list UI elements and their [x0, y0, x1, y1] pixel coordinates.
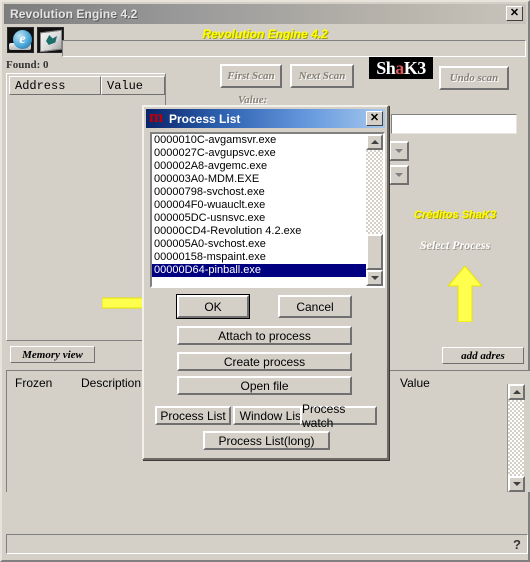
- process-watch-button[interactable]: Process watch: [300, 402, 377, 430]
- process-list-items: 0000010C-avgamsvr.exe 0000027C-avgupsvc.e…: [152, 134, 366, 286]
- cancel-button[interactable]: Cancel: [278, 295, 352, 318]
- description-column-header: Description: [81, 376, 142, 390]
- scan-value-input[interactable]: [391, 114, 517, 134]
- process-scroll-up-icon[interactable]: [366, 134, 383, 150]
- column-header-address[interactable]: Address: [9, 76, 101, 95]
- process-list-long-button[interactable]: Process List(long): [203, 431, 330, 450]
- arrow-up-icon: [448, 266, 482, 322]
- toolbar-icons: e: [7, 27, 64, 53]
- ie-icon-e-glyph: e: [13, 30, 32, 49]
- chevron-down-icon-valuetype[interactable]: [389, 165, 409, 185]
- main-titlebar: Revolution Engine 4.2 ✕: [4, 4, 526, 24]
- paint-document-icon[interactable]: [37, 27, 64, 53]
- add-adres-button[interactable]: add adres: [442, 347, 524, 364]
- frozen-column-header: Frozen: [15, 376, 53, 390]
- app-root: Revolution Engine 4.2 ✕ e Revolution Eng…: [0, 0, 530, 562]
- process-list-item[interactable]: 000005DC-usnsvc.exe: [152, 212, 366, 225]
- process-list-scrollbar[interactable]: [366, 134, 383, 286]
- process-listbox[interactable]: 0000010C-avgamsvr.exe 0000027C-avgupsvc.e…: [150, 132, 385, 288]
- process-list-item[interactable]: 000005A0-svchost.exe: [152, 238, 366, 251]
- process-list-item[interactable]: 000003A0-MDM.EXE: [152, 173, 366, 186]
- results-header-row: Address Value: [9, 76, 165, 95]
- process-list-item[interactable]: 00000CD4-Revolution 4.2.exe: [152, 225, 366, 238]
- column-header-value[interactable]: Value: [101, 76, 165, 95]
- shak3-logo: Sh a K3: [369, 57, 433, 79]
- create-process-button[interactable]: Create process: [177, 352, 352, 371]
- frozen-panel-scrollbar[interactable]: [507, 384, 525, 492]
- select-process-label: Select Process: [419, 238, 491, 252]
- scroll-down-icon[interactable]: [508, 476, 525, 492]
- attach-to-process-button[interactable]: Attach to process: [177, 326, 352, 345]
- process-list-button[interactable]: Process List: [155, 406, 231, 425]
- dialog-title: Process List: [169, 111, 241, 126]
- chevron-down-icon-scantype[interactable]: [389, 141, 409, 161]
- top-input-bar[interactable]: [62, 40, 526, 57]
- process-list-item[interactable]: 00000D64-pinball.exe: [152, 264, 366, 277]
- close-icon[interactable]: ✕: [506, 6, 523, 21]
- shak3-logo-suffix: K3: [403, 58, 427, 78]
- process-list-item[interactable]: 0000010C-avgamsvr.exe: [152, 134, 366, 147]
- help-question-icon[interactable]: ?: [513, 537, 521, 552]
- next-scan-button[interactable]: Next Scan: [290, 64, 354, 88]
- undo-scan-button[interactable]: Undo scan: [439, 66, 509, 90]
- internet-explorer-icon[interactable]: e: [7, 27, 34, 53]
- process-list-item[interactable]: 000004F0-wuauclt.exe: [152, 199, 366, 212]
- process-list-item[interactable]: 0000027C-avgupsvc.exe: [152, 147, 366, 160]
- dialog-close-icon[interactable]: ✕: [366, 111, 383, 126]
- value-column-header: Value: [400, 376, 430, 390]
- found-count-label: Found: 0: [6, 59, 49, 71]
- shak3-logo-prefix: Sh: [376, 58, 396, 78]
- ok-button[interactable]: OK: [176, 294, 250, 319]
- window-title: Revolution Engine 4.2: [10, 7, 138, 21]
- shak3-logo-accent: a: [395, 58, 404, 78]
- process-list-item[interactable]: 000002A8-avgemc.exe: [152, 160, 366, 173]
- memory-view-button[interactable]: Memory view: [10, 346, 95, 363]
- status-bar: ?: [6, 534, 528, 554]
- process-list-app-icon: [149, 108, 165, 126]
- process-scroll-down-icon[interactable]: [366, 270, 383, 286]
- dialog-titlebar: Process List ✕: [146, 108, 385, 128]
- credits-label: Créditos ShaK3: [414, 209, 496, 221]
- process-list-item[interactable]: 00000798-svchost.exe: [152, 186, 366, 199]
- process-scroll-thumb[interactable]: [366, 234, 383, 270]
- scroll-up-icon[interactable]: [508, 384, 525, 400]
- first-scan-button[interactable]: First Scan: [220, 64, 282, 88]
- banner-title: Revolution Engine 4.2: [202, 27, 328, 41]
- open-file-button[interactable]: Open file: [177, 376, 352, 395]
- process-list-item[interactable]: 00000158-mspaint.exe: [152, 251, 366, 264]
